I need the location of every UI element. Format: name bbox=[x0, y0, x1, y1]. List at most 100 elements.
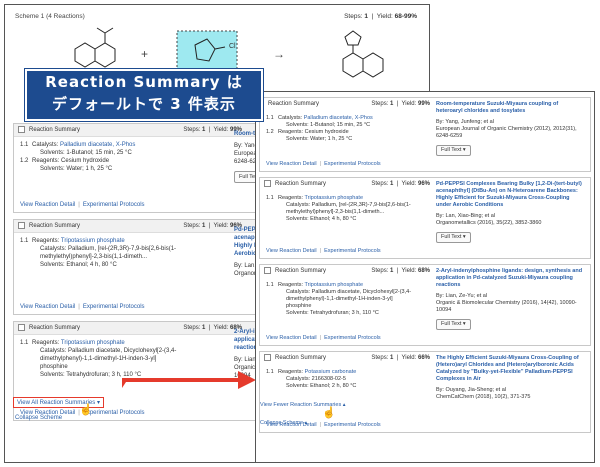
steps-value: 1 bbox=[202, 127, 206, 133]
collapse-scheme-label: Collapse Scheme bbox=[15, 415, 63, 421]
reaction-summary-card: Reaction Summary Steps: 1 | Yield: 99% 1… bbox=[259, 97, 591, 172]
select-checkbox[interactable] bbox=[264, 354, 271, 361]
card-footer: View Reaction Detail | Experimental Protoc… bbox=[266, 248, 381, 254]
experimental-protocols-link[interactable]: Experimental Protocols bbox=[324, 335, 381, 341]
scheme-header: Scheme 1 (4 Reactions) bbox=[15, 13, 85, 20]
collapse-scheme-link[interactable]: Collapse Scheme ▴ bbox=[260, 420, 307, 426]
role-label: Reagents: bbox=[278, 282, 304, 288]
steps-label: Steps: bbox=[371, 268, 389, 274]
step-number: 1.1 bbox=[266, 282, 274, 288]
reagent-text: Cesium hydroxide bbox=[304, 129, 349, 135]
yield-value: 96% bbox=[417, 181, 430, 187]
reaction-summary-card: Reaction Summary Steps: 1 | Yield: 96% 1… bbox=[259, 177, 591, 259]
full-text-button[interactable]: Full Text ▾ bbox=[436, 232, 471, 243]
experimental-protocols-link[interactable]: Experimental Protocols bbox=[324, 248, 381, 254]
reference-authors: By: Yang, Junfeng; et al bbox=[436, 119, 494, 125]
view-reaction-detail-link[interactable]: View Reaction Detail bbox=[266, 161, 317, 167]
steps-label: Steps: bbox=[371, 101, 389, 107]
steps-label: Steps: bbox=[371, 181, 389, 187]
chlorine-label: Cl bbox=[229, 43, 236, 50]
reference-preview: Pd-PEPPSI Complexes Bearing Bulky [1,2-D… bbox=[436, 181, 586, 243]
role-label: Reagents: bbox=[278, 369, 304, 375]
reagent-link[interactable]: Tripotassium phosphate bbox=[305, 195, 364, 201]
card-meta: Steps: 1 | Yield: 96% bbox=[371, 181, 430, 187]
step-number: 1.1 bbox=[20, 142, 29, 148]
scheme-count: (4 Reactions) bbox=[46, 13, 85, 20]
reference-title-link[interactable]: The Highly Efficient Suzuki-Miyaura Cros… bbox=[436, 355, 586, 383]
card-title: Reaction Summary bbox=[268, 101, 320, 107]
reference-journal: Organometallics (2016), 35(22), 3852-386… bbox=[436, 220, 542, 226]
steps-value: 1 bbox=[390, 101, 394, 107]
card-title: Reaction Summary bbox=[275, 268, 327, 274]
catalyst-link[interactable]: Palladium diacetate, X-Phos bbox=[60, 142, 135, 148]
hand-cursor-icon: ☝ bbox=[322, 407, 336, 419]
scheme-panel-expanded: Reaction Summary Steps: 1 | Yield: 99% 1… bbox=[255, 91, 595, 463]
select-checkbox[interactable] bbox=[18, 324, 25, 331]
yield-label: Yield: bbox=[401, 355, 417, 361]
reference-preview: 2-Aryl-indenylphosphine ligands: design,… bbox=[436, 268, 586, 330]
experimental-protocols-link[interactable]: Experimental Protocols bbox=[83, 202, 145, 208]
card-footer: View Reaction Detail | Experimental Protoc… bbox=[266, 161, 381, 167]
reagent-link[interactable]: Potassium carbonate bbox=[305, 369, 357, 375]
steps-value: 1 bbox=[390, 181, 394, 187]
reagent-link[interactable]: Tripotassium phosphate bbox=[61, 238, 125, 244]
steps-label: Steps: bbox=[371, 355, 389, 361]
steps-label: Steps: bbox=[183, 223, 201, 229]
info-banner: Reaction Summary は デフォールトで 3 件表示 bbox=[25, 69, 263, 121]
select-checkbox[interactable] bbox=[18, 222, 25, 229]
steps-value: 1 bbox=[202, 223, 206, 229]
view-reaction-detail-link[interactable]: View Reaction Detail bbox=[266, 248, 317, 254]
catalyst-link[interactable]: Palladium diacetate, X-Phos bbox=[304, 115, 373, 121]
reference-authors: By: Lan, Xiao-Bing; et al bbox=[436, 213, 496, 219]
select-checkbox[interactable] bbox=[264, 180, 271, 187]
reagent-link[interactable]: Tripotassium phosphate bbox=[61, 340, 125, 346]
step-number: 1.1 bbox=[266, 115, 274, 121]
yield-label: Yield: bbox=[401, 268, 417, 274]
reference-authors: By: Ouyang, Jia-Sheng; et al bbox=[436, 387, 507, 393]
card-title: Reaction Summary bbox=[29, 223, 81, 229]
experimental-protocols-link[interactable]: Experimental Protocols bbox=[324, 422, 381, 428]
plus-sign: + bbox=[141, 47, 149, 61]
full-text-button[interactable]: Full Text ▾ bbox=[436, 145, 471, 156]
banner-line-1: Reaction Summary は bbox=[45, 73, 243, 91]
yield-value: 68% bbox=[417, 268, 430, 274]
role-label: Reagents: bbox=[32, 340, 60, 346]
reaction-summary-card: Reaction Summary Steps: 1 | Yield: 68% 1… bbox=[259, 264, 591, 346]
collapse-scheme-link[interactable]: Collapse Scheme bbox=[15, 415, 62, 421]
caret-down-icon: ▾ bbox=[96, 400, 100, 406]
reference-journal: European Journal of Organic Chemistry (2… bbox=[436, 126, 577, 139]
view-reaction-detail-link[interactable]: View Reaction Detail bbox=[266, 335, 317, 341]
yield-label: Yield: bbox=[213, 223, 229, 229]
steps-label: Steps: bbox=[344, 13, 363, 20]
card-meta: Steps: 1 | Yield: 68% bbox=[371, 268, 430, 274]
select-checkbox[interactable] bbox=[18, 126, 25, 133]
card-title: Reaction Summary bbox=[275, 355, 327, 361]
reference-title-link[interactable]: 2-Aryl-indenylphosphine ligands: design,… bbox=[436, 268, 586, 289]
step-number: 1.1 bbox=[266, 195, 274, 201]
reference-title-link[interactable]: Pd-PEPPSI Complexes Bearing Bulky [1,2-D… bbox=[436, 181, 586, 209]
steps-value: 1 bbox=[390, 355, 394, 361]
view-reaction-detail-link[interactable]: View Reaction Detail bbox=[20, 202, 75, 208]
card-footer: View Reaction Detail | Experimental Protoc… bbox=[20, 304, 145, 310]
yield-label: Yield: bbox=[213, 325, 229, 331]
reference-journal: ChemCatChem (2018), 10(2), 371-375 bbox=[436, 394, 531, 400]
reagent-link[interactable]: Tripotassium phosphate bbox=[305, 282, 364, 288]
caret-up-icon: ▴ bbox=[342, 402, 346, 408]
full-text-button[interactable]: Full Text ▾ bbox=[436, 319, 471, 330]
role-label: Reagents: bbox=[32, 158, 60, 164]
scheme-title: Scheme 1 bbox=[15, 13, 45, 20]
yield-label: Yield: bbox=[401, 101, 417, 107]
hand-cursor-icon: ☝ bbox=[79, 404, 93, 416]
step-number: 1.1 bbox=[20, 340, 29, 346]
reference-title-link[interactable]: Room-temperature Suzuki-Miyaura coupling… bbox=[436, 101, 586, 115]
experimental-protocols-link[interactable]: Experimental Protocols bbox=[83, 304, 145, 310]
select-checkbox[interactable] bbox=[264, 267, 271, 274]
collapse-scheme-label: Collapse Scheme bbox=[260, 420, 304, 426]
yield-label: Yield: bbox=[376, 13, 393, 20]
card-title: Reaction Summary bbox=[29, 325, 81, 331]
reagent-text: Cesium hydroxide bbox=[61, 158, 110, 164]
step-number: 1.2 bbox=[20, 158, 29, 164]
view-reaction-detail-link[interactable]: View Reaction Detail bbox=[20, 304, 75, 310]
experimental-protocols-link[interactable]: Experimental Protocols bbox=[324, 161, 381, 167]
callout-arrow bbox=[122, 371, 256, 389]
